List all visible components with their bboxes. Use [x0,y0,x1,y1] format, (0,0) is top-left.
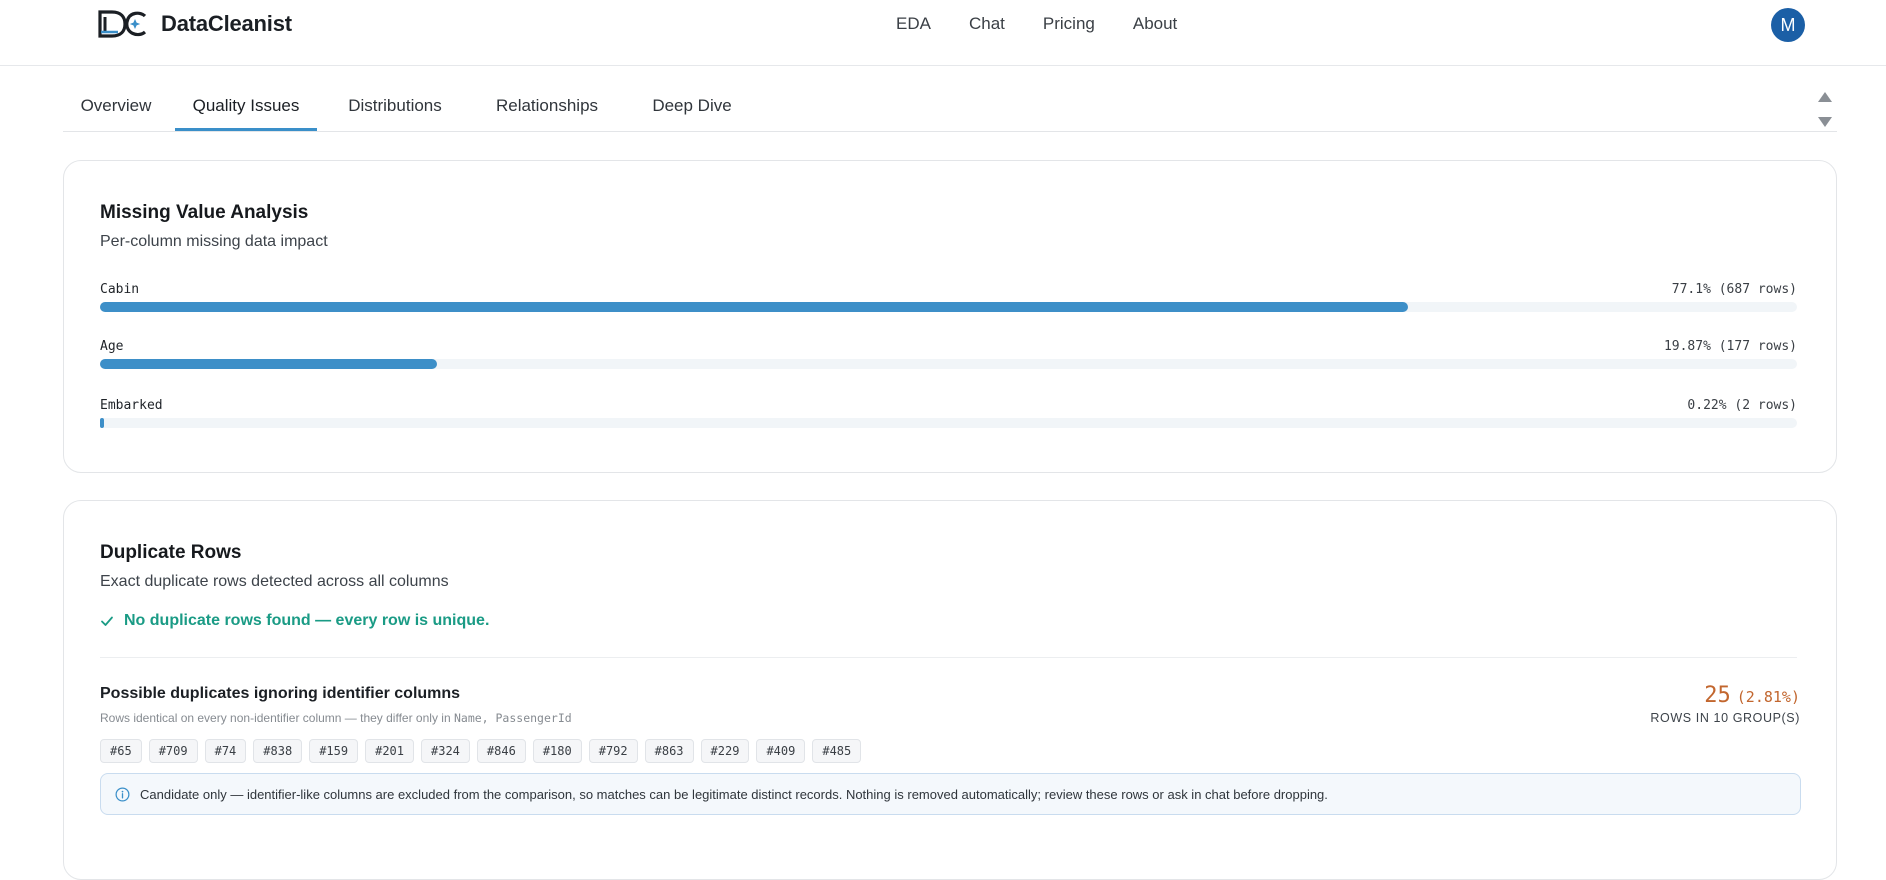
row-chip[interactable]: #74 [204,739,247,763]
divider [100,657,1797,658]
row-chip[interactable]: #838 [253,739,303,763]
duplicate-count-label: ROWS IN 10 GROUP(S) [1650,711,1800,725]
tab-deep-dive[interactable]: Deep Dive [613,82,771,131]
row-chip[interactable]: #159 [309,739,359,763]
missing-column-name: Embarked [100,398,163,413]
duplicate-count-number: 25 [1704,683,1731,708]
duplicate-count-percent: (2.81%) [1736,688,1800,706]
tab-overview[interactable]: Overview [63,82,169,131]
duplicate-rows-subtitle: Exact duplicate rows detected across all… [100,573,449,590]
row-chip[interactable]: #709 [148,739,198,763]
analysis-tabs: Overview Quality Issues Distributions Re… [63,82,1837,132]
candidate-info-callout: Candidate only — identifier-like columns… [100,773,1801,815]
missing-column-name: Cabin [100,282,140,297]
row-chip[interactable]: #229 [700,739,750,763]
brand-logo[interactable]: DataCleanist [98,10,292,38]
tab-relationships[interactable]: Relationships [474,82,620,131]
missing-bar-track [100,359,1797,369]
info-icon [115,787,130,801]
missing-bar-fill [100,302,1409,312]
no-duplicates-status: No duplicate rows found — every row is u… [100,612,489,630]
possible-duplicates-note: Rows identical on every non-identifier c… [100,711,572,725]
row-chip[interactable]: #65 [100,739,142,763]
missing-bar-track [100,302,1797,312]
no-duplicates-text: No duplicate rows found — every row is u… [124,612,490,629]
tab-distributions[interactable]: Distributions [335,82,455,131]
info-text: Candidate only — identifier-like columns… [140,786,1328,802]
user-avatar[interactable]: M [1771,8,1805,42]
checkmark-icon [101,616,113,626]
missing-column-value: 19.87% (177 rows) [1663,339,1797,354]
main-nav: EDA Chat Pricing About [896,14,1215,34]
duplicate-rows-title: Duplicate Rows [100,542,242,563]
tab-quality-issues[interactable]: Quality Issues [175,82,317,131]
missing-bar-fill [100,359,438,369]
missing-column-name: Age [100,339,124,354]
row-chip[interactable]: #863 [644,739,694,763]
nav-chat[interactable]: Chat [969,14,1005,34]
identifier-columns: Name, PassengerId [453,711,572,725]
possible-duplicates-title: Possible duplicates ignoring identifier … [100,685,461,702]
missing-bar-track [100,418,1797,428]
nav-about[interactable]: About [1133,14,1177,34]
missing-value-card: Missing Value Analysis Per-column missin… [63,160,1837,473]
missing-value-title: Missing Value Analysis [100,202,309,223]
row-chip[interactable]: #201 [365,739,414,763]
row-chip[interactable]: #324 [421,739,470,763]
nav-eda[interactable]: EDA [896,14,931,34]
scroll-down-arrow-icon[interactable] [1818,117,1832,127]
missing-value-subtitle: Per-column missing data impact [100,233,328,250]
missing-bar-fill [100,418,105,428]
datacleanist-logo-icon [98,10,147,38]
row-chip[interactable]: #846 [476,739,526,763]
nav-pricing[interactable]: Pricing [1043,14,1095,34]
duplicate-row-chips: #65 #709 #74 #838 #159 #201 #324 #846 #1… [100,739,868,763]
duplicate-rows-card: Duplicate Rows Exact duplicate rows dete… [63,500,1837,880]
top-navigation-bar: DataCleanist EDA Chat Pricing About M [0,0,1886,66]
possible-duplicates-count: 25 (2.81%) ROWS IN 10 GROUP(S) [1650,683,1800,725]
scroll-up-arrow-icon[interactable] [1818,92,1832,102]
row-chip[interactable]: #180 [532,739,582,763]
row-chip[interactable]: #792 [588,739,638,763]
missing-column-value: 0.22% (2 rows) [1687,398,1797,413]
row-chip[interactable]: #409 [756,739,806,763]
missing-column-value: 77.1% (687 rows) [1671,282,1797,297]
note-text: Rows identical on every non-identifier c… [100,711,451,725]
brand-name: DataCleanist [161,11,292,36]
row-chip[interactable]: #485 [812,739,862,763]
